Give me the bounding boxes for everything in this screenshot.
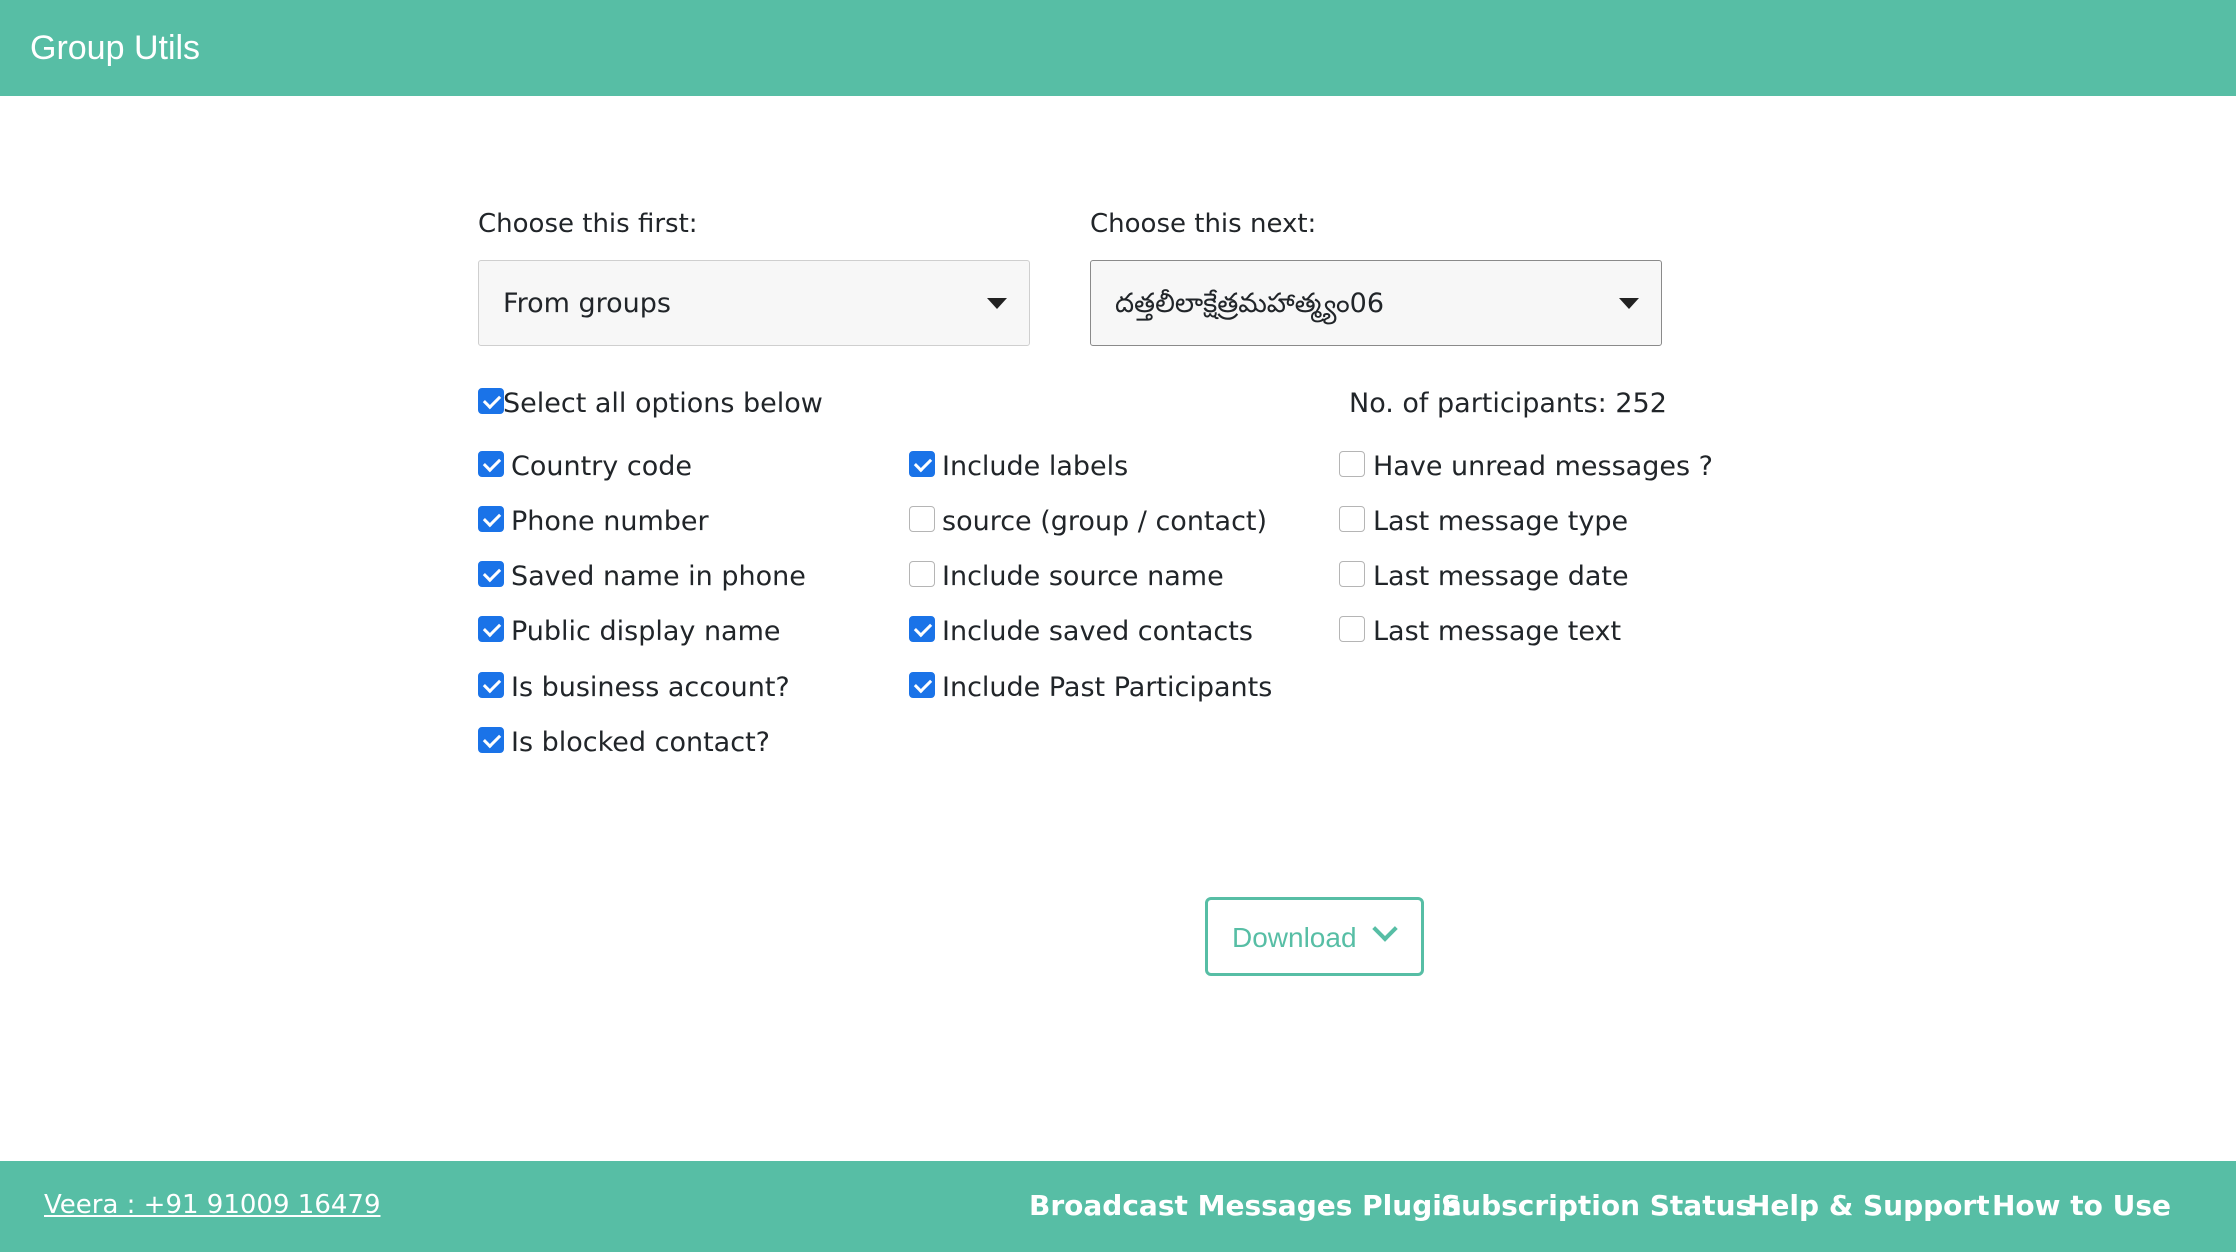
include-source-name-label: Include source name (942, 561, 1224, 592)
phone-number-checkbox[interactable] (478, 506, 504, 532)
include-source-name-checkbox[interactable] (909, 561, 935, 587)
public-display-name-label: Public display name (511, 616, 781, 647)
app-header: Group Utils (0, 0, 2236, 96)
public-display-name-checkbox[interactable] (478, 616, 504, 642)
first-select[interactable]: From groups (478, 260, 1030, 346)
last-message-type-checkbox[interactable] (1339, 506, 1365, 532)
footer-contact-link[interactable]: Veera : +91 91009 16479 (44, 1187, 381, 1223)
footer-link-subscription[interactable]: Subscription Status (1441, 1188, 1752, 1224)
last-message-text-checkbox[interactable] (1339, 616, 1365, 642)
unread-messages-label: Have unread messages ? (1373, 451, 1713, 482)
footer: Veera : +91 91009 16479 Broadcast Messag… (0, 1161, 2236, 1252)
blocked-contact-label: Is blocked contact? (511, 727, 770, 758)
participants-count: No. of participants: 252 (1349, 388, 1667, 419)
include-saved-contacts-checkbox[interactable] (909, 616, 935, 642)
business-account-label: Is business account? (511, 672, 790, 703)
download-label: Download (1232, 922, 1357, 953)
next-select-label: Choose this next: (1090, 209, 1317, 239)
footer-link-broadcast[interactable]: Broadcast Messages Plugin (1029, 1188, 1462, 1224)
first-select-value: From groups (503, 288, 671, 319)
saved-name-checkbox[interactable] (478, 561, 504, 587)
footer-link-how-to-use[interactable]: How to Use (1992, 1188, 2171, 1224)
country-code-label: Country code (511, 451, 692, 482)
last-message-date-checkbox[interactable] (1339, 561, 1365, 587)
next-select-value: దత్తలీలాక్షేత్రమహాత్మ్యం06 (1115, 288, 1385, 319)
download-button[interactable]: Download (1205, 897, 1424, 976)
select-all-checkbox[interactable] (478, 388, 504, 414)
include-labels-checkbox[interactable] (909, 451, 935, 477)
first-select-label: Choose this first: (478, 209, 698, 239)
app-title: Group Utils (30, 29, 201, 67)
include-past-participants-checkbox[interactable] (909, 672, 935, 698)
include-past-participants-label: Include Past Participants (942, 672, 1273, 703)
blocked-contact-checkbox[interactable] (478, 727, 504, 753)
saved-name-label: Saved name in phone (511, 561, 806, 592)
include-saved-contacts-label: Include saved contacts (942, 616, 1253, 647)
last-message-type-label: Last message type (1373, 506, 1629, 537)
last-message-text-label: Last message text (1373, 616, 1622, 647)
unread-messages-checkbox[interactable] (1339, 451, 1365, 477)
source-label: source (group / contact) (942, 506, 1268, 537)
country-code-checkbox[interactable] (478, 451, 504, 477)
include-labels-label: Include labels (942, 451, 1129, 482)
select-all-label: Select all options below (503, 388, 823, 419)
caret-down-icon (1619, 298, 1639, 309)
business-account-checkbox[interactable] (478, 672, 504, 698)
caret-down-icon (987, 298, 1007, 309)
next-select[interactable]: దత్తలీలాక్షేత్రమహాత్మ్యం06 (1090, 260, 1662, 346)
source-checkbox[interactable] (909, 506, 935, 532)
chevron-down-icon (1372, 916, 1398, 942)
last-message-date-label: Last message date (1373, 561, 1629, 592)
phone-number-label: Phone number (511, 506, 709, 537)
footer-link-help[interactable]: Help & Support (1747, 1188, 1990, 1224)
